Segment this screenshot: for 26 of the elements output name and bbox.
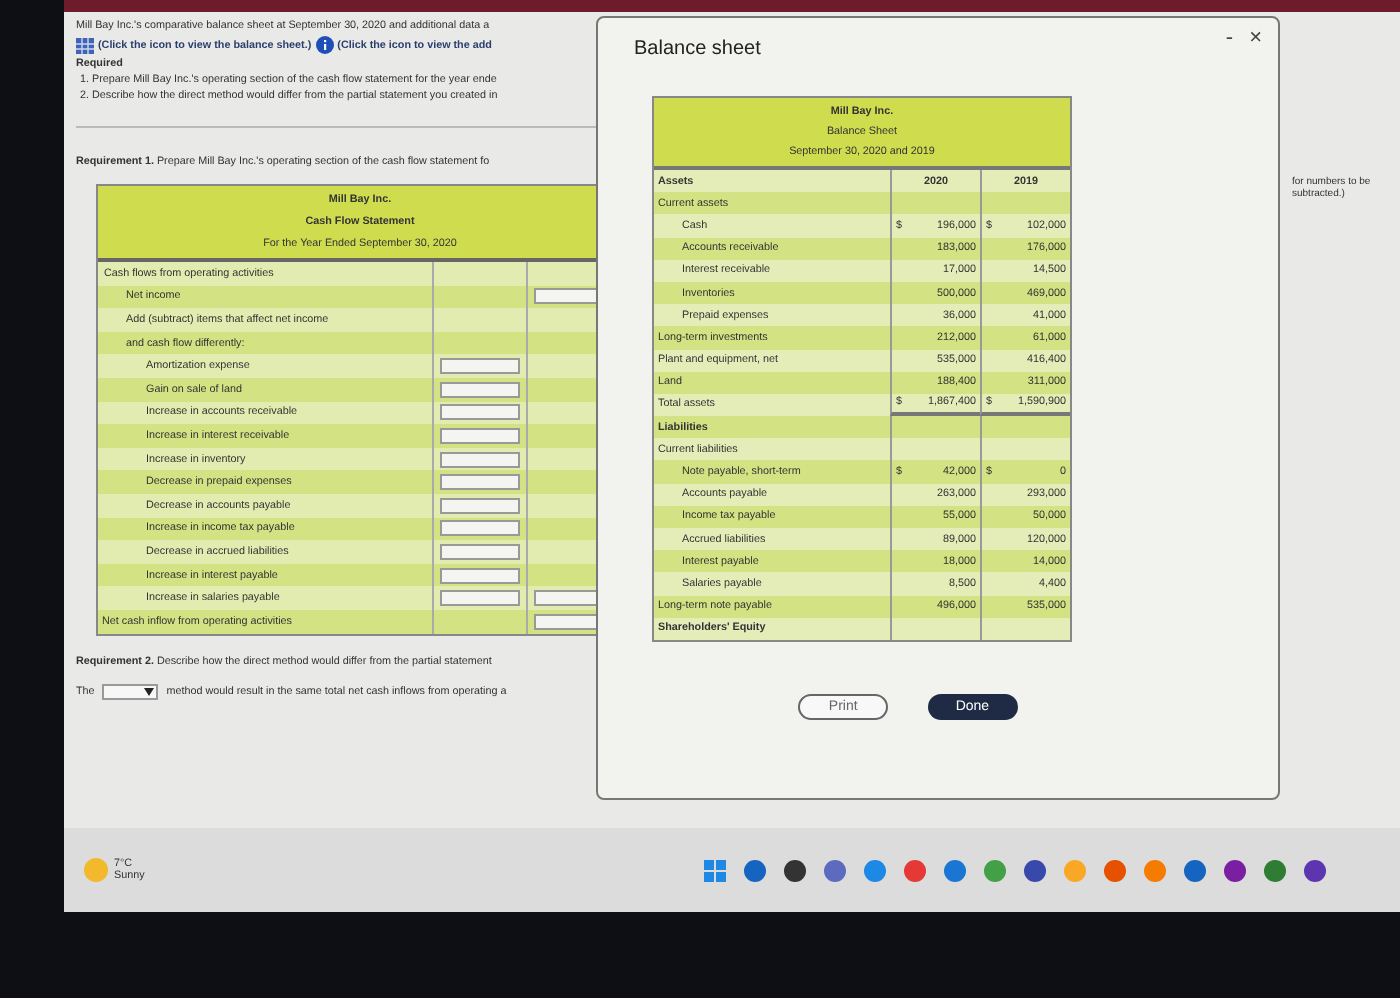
sun-icon	[84, 858, 108, 882]
dialog-title: Balance sheet	[634, 38, 761, 60]
app-icon[interactable]	[744, 859, 766, 881]
app-icon[interactable]	[1184, 859, 1206, 881]
amount-input[interactable]	[440, 404, 520, 421]
app-icon[interactable]	[1304, 859, 1326, 881]
amount-input[interactable]	[440, 567, 520, 584]
app-icon[interactable]	[784, 859, 806, 881]
info-icon[interactable]	[315, 36, 334, 54]
table-icon[interactable]	[76, 37, 94, 53]
app-icon[interactable]	[1024, 859, 1046, 881]
start-icon[interactable]	[704, 859, 726, 881]
amount-input[interactable]	[440, 381, 520, 398]
amount-input[interactable]	[440, 474, 520, 491]
caret-icon	[144, 687, 155, 695]
method-dropdown[interactable]	[102, 683, 159, 699]
amount-input[interactable]	[440, 451, 520, 468]
amount-input[interactable]	[440, 590, 520, 607]
amount-input[interactable]	[440, 497, 520, 514]
amount-input[interactable]	[440, 543, 520, 560]
minimize-button[interactable]: -	[1225, 26, 1234, 60]
amount-input[interactable]	[440, 520, 520, 537]
amount-input[interactable]	[440, 427, 520, 444]
app-icon[interactable]	[1224, 859, 1246, 881]
close-button[interactable]: ×	[1249, 26, 1262, 60]
amount-input[interactable]	[440, 358, 520, 375]
